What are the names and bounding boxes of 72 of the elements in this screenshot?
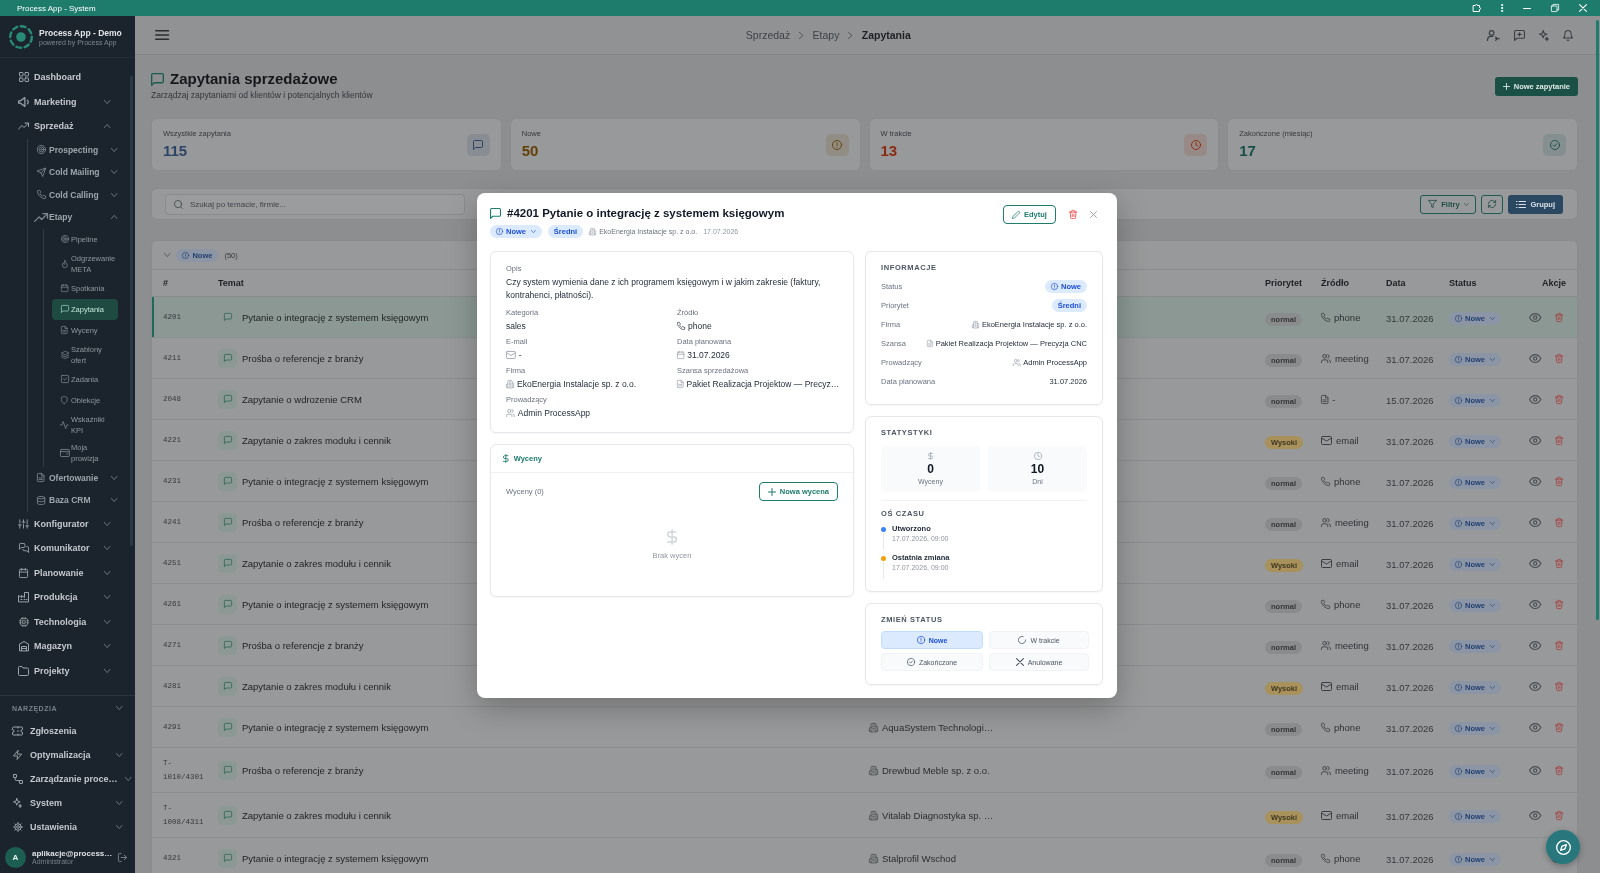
stat-value: 10 bbox=[1030, 462, 1045, 476]
inquiry-subject: Prośba o referencje z branży bbox=[242, 352, 364, 364]
inquiry-subject: Zapytanie o zakres modułu i cennik bbox=[242, 557, 391, 569]
inquiry-subject: Pytanie o integrację z systemem księgowym bbox=[242, 598, 429, 610]
inquiry-subject: Pytanie o integrację z systemem księgowym bbox=[242, 852, 429, 864]
date-text: 31.07.2026 bbox=[1386, 518, 1434, 529]
source-label: email bbox=[1336, 680, 1359, 692]
column-header: Status bbox=[1449, 278, 1477, 288]
date-text: 31.07.2026 bbox=[1386, 854, 1434, 865]
date-text: 31.07.2026 bbox=[1386, 682, 1434, 693]
app-name: Process App - Demo bbox=[39, 27, 122, 38]
column-header: # bbox=[163, 278, 168, 288]
field-value: - bbox=[518, 349, 522, 360]
company-name: AquaSystem Technologi… bbox=[882, 721, 994, 733]
date-text: 31.07.2026 bbox=[1386, 477, 1434, 488]
page-title: Zapytania sprzedażowe bbox=[170, 70, 338, 88]
stat-value: 13 bbox=[880, 142, 899, 160]
field-value: sales bbox=[506, 320, 526, 331]
field-value: Pakiet Realizacja Projektow — Precyz… bbox=[686, 378, 840, 389]
date-text: 31.07.2026 bbox=[1386, 600, 1434, 611]
source-label: phone bbox=[1334, 852, 1361, 864]
date-text: 31.07.2026 bbox=[1386, 313, 1434, 324]
column-header: Temat bbox=[218, 278, 244, 288]
user-name: aplikacje@process… bbox=[32, 849, 112, 858]
source-label: phone bbox=[1334, 475, 1361, 487]
stat-value: 17 bbox=[1239, 142, 1257, 160]
source-label: - bbox=[1332, 393, 1336, 405]
column-header: Akcje bbox=[1541, 278, 1566, 288]
column-header: Data bbox=[1386, 278, 1406, 288]
field-value: phone bbox=[688, 320, 712, 331]
description-text: Czy system wymienia dane z ich programem księgowym i w jakim zakresie (faktury, kontrahenci, płatności). bbox=[506, 276, 822, 302]
inquiry-subject: Pytanie o integrację z systemem księgowym bbox=[242, 311, 429, 323]
column-header: Priorytet bbox=[1265, 278, 1302, 288]
date-text: 31.07.2026 bbox=[1386, 559, 1434, 570]
date-text: 15.07.2026 bbox=[1386, 395, 1434, 406]
source-label: email bbox=[1336, 557, 1359, 569]
company-name: Drewbud Meble sp. z o.o. bbox=[882, 764, 990, 776]
company-name: Stalprofil Wschod bbox=[882, 852, 956, 864]
source-label: email bbox=[1336, 809, 1359, 821]
date-text: 31.07.2026 bbox=[1386, 811, 1434, 822]
stat-value: 115 bbox=[163, 142, 189, 160]
date-text: 31.07.2026 bbox=[1386, 436, 1434, 447]
inquiry-subject: Pytanie o integrację z systemem księgowym bbox=[242, 721, 429, 733]
company-name: Vitalab Diagnostyka sp. … bbox=[882, 809, 994, 821]
field-value: Admin ProcessApp bbox=[517, 407, 591, 418]
inquiry-subject: Zapytanie o zakres modułu i cennik bbox=[242, 809, 391, 821]
date-text: 31.07.2026 bbox=[1386, 723, 1434, 734]
column-header: Źródło bbox=[1321, 278, 1349, 288]
source-label: meeting bbox=[1334, 352, 1369, 364]
window-title: Process App - System bbox=[17, 3, 96, 13]
source-label: meeting bbox=[1334, 639, 1369, 651]
inquiry-subject: Zapytanie o wdrozenie CRM bbox=[242, 393, 362, 405]
source-label: phone bbox=[1334, 311, 1361, 323]
stat-value: 50 bbox=[521, 142, 540, 160]
source-label: phone bbox=[1334, 598, 1361, 610]
inquiry-subject: Prośba o referencje z branży bbox=[242, 764, 364, 776]
field-value: 31.07.2026 bbox=[687, 349, 730, 360]
stat-value: 0 bbox=[927, 462, 934, 476]
date-text: 31.07.2026 bbox=[1386, 766, 1434, 777]
date-text: 31.07.2026 bbox=[1386, 354, 1434, 365]
inquiry-subject: Pytanie o integrację z systemem księgowym bbox=[242, 475, 429, 487]
source-label: meeting bbox=[1334, 764, 1369, 776]
field-value: EkoEnergia Instalacje sp. z o.o. bbox=[517, 378, 637, 389]
inquiry-subject: Prośba o referencje z branży bbox=[242, 516, 364, 528]
source-label: phone bbox=[1334, 721, 1361, 733]
inquiry-subject: Prośba o referencje z branży bbox=[242, 639, 364, 651]
source-label: email bbox=[1336, 434, 1359, 446]
source-label: meeting bbox=[1334, 516, 1369, 528]
date-text: 31.07.2026 bbox=[1386, 641, 1434, 652]
inquiry-subject: Zapytanie o zakres modułu i cennik bbox=[242, 680, 391, 692]
inquiry-subject: Zapytanie o zakres modułu i cennik bbox=[242, 434, 391, 446]
dialog-title: #4201 Pytanie o integrację z systemem księgowym bbox=[507, 207, 785, 219]
